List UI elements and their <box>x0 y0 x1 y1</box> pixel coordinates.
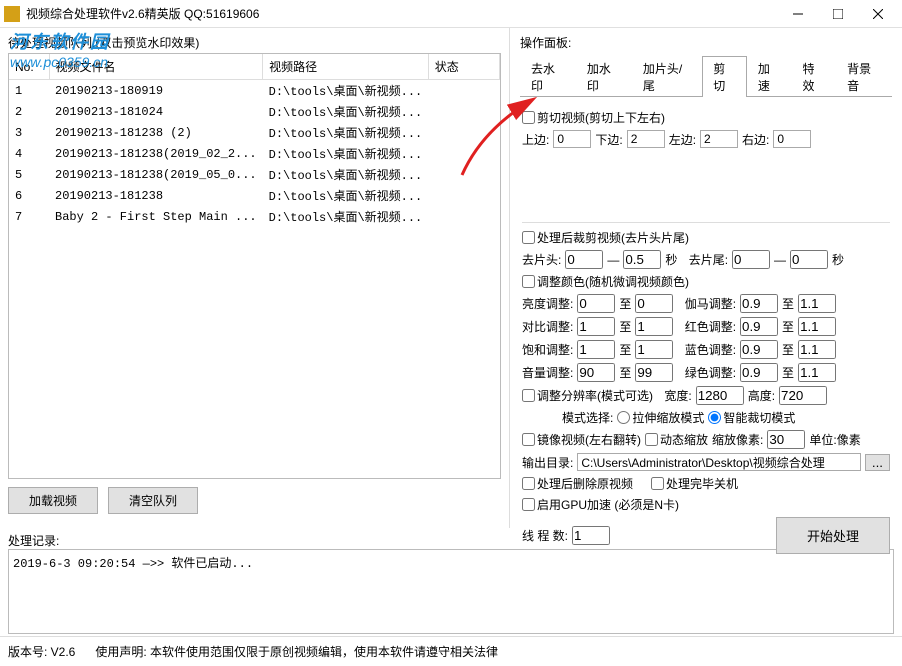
mirror-checkbox[interactable] <box>522 433 535 446</box>
table-row[interactable]: 520190213-181238(2019_05_0...D:\tools\桌面… <box>9 164 500 185</box>
mode-smart-label[interactable]: 智能裁切模式 <box>708 409 795 426</box>
trim-checkbox-label[interactable]: 处理后裁剪视频(去片头片尾) <box>522 229 689 246</box>
col-no[interactable]: No. <box>9 54 49 80</box>
gpu-label[interactable]: 启用GPU加速 (必须是N卡) <box>522 496 679 513</box>
trim-head-from[interactable] <box>565 250 603 269</box>
app-icon <box>4 6 20 22</box>
gamma-from[interactable] <box>740 294 778 313</box>
table-row[interactable]: 220190213-181024D:\tools\桌面\新视频... <box>9 101 500 122</box>
table-row[interactable]: 320190213-181238 (2)D:\tools\桌面\新视频... <box>9 122 500 143</box>
panel-label: 操作面板: <box>520 34 892 51</box>
maximize-button[interactable] <box>818 0 858 28</box>
crop-checkbox[interactable] <box>522 111 535 124</box>
dynscale-px[interactable] <box>767 430 805 449</box>
video-table[interactable]: No. 视频文件名 视频路径 状态 120190213-180919D:\too… <box>8 53 501 479</box>
green-to[interactable] <box>798 363 836 382</box>
table-row[interactable]: 7Baby 2 - First Step Main ...D:\tools\桌面… <box>9 206 500 227</box>
tab-addht[interactable]: 加片头/尾 <box>632 56 702 97</box>
sat-to[interactable] <box>635 340 673 359</box>
start-button[interactable]: 开始处理 <box>776 517 890 554</box>
table-row[interactable]: 420190213-181238(2019_02_2...D:\tools\桌面… <box>9 143 500 164</box>
contrast-from[interactable] <box>577 317 615 336</box>
res-width[interactable] <box>696 386 744 405</box>
delete-orig-label[interactable]: 处理后删除原视频 <box>522 475 633 492</box>
red-to[interactable] <box>798 317 836 336</box>
trim-head-to[interactable] <box>623 250 661 269</box>
table-row[interactable]: 620190213-181238D:\tools\桌面\新视频... <box>9 185 500 206</box>
tab-fx[interactable]: 特效 <box>791 56 836 97</box>
mirror-checkbox-label[interactable]: 镜像视频(左右翻转) <box>522 431 641 448</box>
crop-right-input[interactable] <box>773 130 811 148</box>
green-from[interactable] <box>740 363 778 382</box>
bright-to[interactable] <box>635 294 673 313</box>
color-checkbox-label[interactable]: 调整颜色(随机微调视频颜色) <box>522 273 689 290</box>
minimize-button[interactable] <box>778 0 818 28</box>
trim-tail-from[interactable] <box>732 250 770 269</box>
crop-left-input[interactable] <box>700 130 738 148</box>
delete-orig-checkbox[interactable] <box>522 477 535 490</box>
trim-checkbox[interactable] <box>522 231 535 244</box>
version-label: 版本号: V2.6 <box>8 643 75 660</box>
output-path[interactable] <box>577 453 861 471</box>
contrast-to[interactable] <box>635 317 673 336</box>
close-button[interactable] <box>858 0 898 28</box>
shutdown-label[interactable]: 处理完毕关机 <box>651 475 738 492</box>
window-title: 视频综合处理软件v2.6精英版 QQ:51619606 <box>26 5 778 22</box>
red-from[interactable] <box>740 317 778 336</box>
bright-from[interactable] <box>577 294 615 313</box>
tab-bgm[interactable]: 背景音 <box>836 56 892 97</box>
res-height[interactable] <box>779 386 827 405</box>
mode-stretch[interactable] <box>617 411 630 424</box>
gpu-checkbox[interactable] <box>522 498 535 511</box>
shutdown-checkbox[interactable] <box>651 477 664 490</box>
col-status[interactable]: 状态 <box>428 54 499 80</box>
crop-checkbox-label[interactable]: 剪切视频(剪切上下左右) <box>522 109 665 126</box>
dynscale-checkbox-label[interactable]: 动态缩放 <box>645 431 708 448</box>
footer: 版本号: V2.6 使用声明: 本软件使用范围仅限于原创视频编辑，使用本软件请遵… <box>0 636 902 666</box>
queue-label: 待处理视频队列:(双击预览水印效果) <box>8 34 501 51</box>
video-queue-panel: 待处理视频队列:(双击预览水印效果) No. 视频文件名 视频路径 状态 120… <box>0 28 510 528</box>
tab-speed[interactable]: 加速 <box>747 56 792 97</box>
threads-input[interactable] <box>572 526 610 545</box>
control-panel: 操作面板: 去水印 加水印 加片头/尾 剪切 加速 特效 背景音 剪切视频(剪切… <box>510 28 902 528</box>
blue-from[interactable] <box>740 340 778 359</box>
color-checkbox[interactable] <box>522 275 535 288</box>
blue-to[interactable] <box>798 340 836 359</box>
dynscale-checkbox[interactable] <box>645 433 658 446</box>
clear-queue-button[interactable]: 清空队列 <box>108 487 198 514</box>
crop-top-input[interactable] <box>553 130 591 148</box>
res-checkbox[interactable] <box>522 389 535 402</box>
table-row[interactable]: 120190213-180919D:\tools\桌面\新视频... <box>9 80 500 102</box>
tab-dewater[interactable]: 去水印 <box>520 56 576 97</box>
trim-tail-to[interactable] <box>790 250 828 269</box>
col-filename[interactable]: 视频文件名 <box>49 54 263 80</box>
browse-button[interactable]: ... <box>865 454 890 471</box>
load-video-button[interactable]: 加载视频 <box>8 487 98 514</box>
disclaimer: 使用声明: 本软件使用范围仅限于原创视频编辑，使用本软件请遵守相关法律 <box>95 643 498 660</box>
crop-bottom-input[interactable] <box>627 130 665 148</box>
tab-crop[interactable]: 剪切 <box>702 56 747 97</box>
res-checkbox-label[interactable]: 调整分辨率(模式可选) <box>522 387 653 404</box>
col-path[interactable]: 视频路径 <box>263 54 429 80</box>
tabs: 去水印 加水印 加片头/尾 剪切 加速 特效 背景音 <box>520 55 892 97</box>
tab-water[interactable]: 加水印 <box>576 56 632 97</box>
vol-from[interactable] <box>577 363 615 382</box>
sat-from[interactable] <box>577 340 615 359</box>
mode-stretch-label[interactable]: 拉伸缩放模式 <box>617 409 704 426</box>
gamma-to[interactable] <box>798 294 836 313</box>
mode-smart[interactable] <box>708 411 721 424</box>
vol-to[interactable] <box>635 363 673 382</box>
titlebar: 视频综合处理软件v2.6精英版 QQ:51619606 <box>0 0 902 28</box>
